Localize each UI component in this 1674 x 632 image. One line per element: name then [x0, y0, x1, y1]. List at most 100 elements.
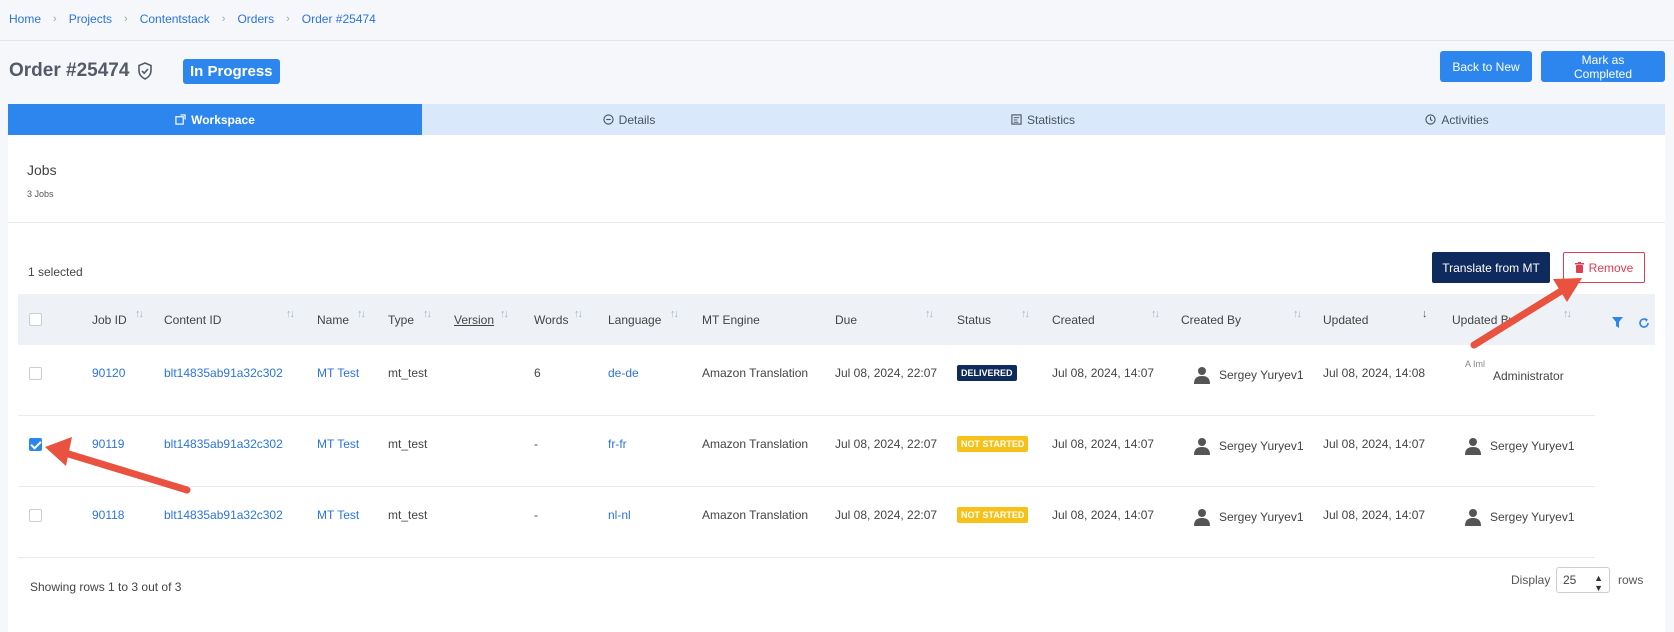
- content-id-link[interactable]: blt14835ab91a32c302: [164, 437, 283, 451]
- workspace-icon: [175, 114, 186, 125]
- col-type[interactable]: Type: [388, 294, 414, 345]
- sort-icon[interactable]: ↑↓: [1021, 308, 1030, 320]
- table-row[interactable]: 90119 blt14835ab91a32c302 MT Test mt_tes…: [18, 416, 1595, 487]
- sort-desc-icon[interactable]: ↓: [1422, 308, 1427, 320]
- tab-label: Activities: [1441, 112, 1489, 127]
- col-updated[interactable]: Updated: [1323, 294, 1368, 345]
- status-badge: In Progress: [183, 59, 280, 84]
- jobs-title: Jobs: [27, 162, 57, 178]
- sort-icon[interactable]: ↑↓: [925, 308, 934, 320]
- name-link[interactable]: MT Test: [317, 437, 359, 451]
- tab-label: Workspace: [191, 112, 255, 127]
- content-id-link[interactable]: blt14835ab91a32c302: [164, 508, 283, 522]
- job-id-link[interactable]: 90118: [92, 508, 124, 522]
- user-name: Sergey Yuryev1: [1490, 510, 1575, 524]
- sort-icon[interactable]: ↑↓: [1293, 308, 1302, 320]
- filter-icon[interactable]: [1612, 317, 1623, 328]
- job-id-link[interactable]: 90120: [92, 366, 125, 380]
- breadcrumb-order[interactable]: Order #25474: [302, 12, 376, 26]
- divider: [8, 222, 1665, 223]
- created-cell: Jul 08, 2024, 14:07: [1052, 508, 1155, 522]
- select-all-checkbox[interactable]: [29, 313, 42, 326]
- sort-icon[interactable]: ↑↓: [286, 308, 295, 320]
- jobs-table: Job ID ↑↓ Content ID ↑↓ Name ↑↓ Type ↑↓ …: [18, 294, 1655, 558]
- col-label: Due: [835, 312, 858, 327]
- row-checkbox[interactable]: [29, 509, 42, 522]
- job-id-link[interactable]: 90119: [92, 437, 124, 451]
- page-title: Order #25474: [9, 60, 153, 82]
- details-icon: [603, 114, 614, 125]
- updated-cell: Jul 08, 2024, 14:07: [1323, 437, 1426, 451]
- sort-icon[interactable]: ↑↓: [357, 308, 366, 320]
- breadcrumb-home[interactable]: Home: [9, 12, 41, 26]
- chevron-right-icon: ›: [53, 13, 57, 25]
- col-label: Language: [608, 312, 662, 327]
- col-job-id[interactable]: Job ID: [92, 294, 127, 345]
- language-link[interactable]: de-de: [608, 366, 639, 380]
- tab-label: Statistics: [1026, 112, 1075, 127]
- engine-cell: Amazon Translation: [702, 508, 809, 522]
- back-to-new-button[interactable]: Back to New: [1440, 51, 1532, 82]
- user-name: Sergey Yuryev1: [1219, 368, 1304, 382]
- jobs-count: 3 Jobs: [27, 189, 54, 199]
- sort-icon[interactable]: ↑↓: [1563, 308, 1572, 320]
- breadcrumb-projects[interactable]: Projects: [69, 12, 112, 26]
- chevron-right-icon: ›: [221, 13, 226, 25]
- row-checkbox-checked[interactable]: [29, 438, 42, 451]
- row-checkbox[interactable]: [29, 367, 42, 380]
- col-version[interactable]: Version: [454, 294, 494, 345]
- updated-cell: Jul 08, 2024, 14:08: [1323, 366, 1426, 380]
- rows-per-page-select[interactable]: 25 ▲ ▼: [1556, 567, 1610, 593]
- sort-icon[interactable]: ↑↓: [574, 308, 583, 320]
- col-language[interactable]: Language: [608, 294, 661, 345]
- sort-icon[interactable]: ↑↓: [500, 308, 509, 320]
- user-icon: [1194, 367, 1210, 384]
- sort-icon[interactable]: ↑↓: [670, 308, 679, 320]
- type-cell: mt_test: [388, 508, 428, 522]
- col-status[interactable]: Status: [957, 294, 991, 345]
- col-updated-by[interactable]: Updated By: [1452, 294, 1515, 345]
- broken-avatar-image: A Iml: [1465, 359, 1486, 369]
- due-cell: Jul 08, 2024, 22:07: [835, 508, 938, 522]
- tab-workspace[interactable]: Workspace: [8, 104, 422, 135]
- name-link[interactable]: MT Test: [317, 508, 359, 522]
- user-name: Sergey Yuryev1: [1219, 439, 1304, 453]
- tab-activities[interactable]: Activities: [1250, 104, 1664, 135]
- shield-check-icon: [138, 62, 153, 80]
- words-cell: -: [534, 437, 538, 451]
- due-cell: Jul 08, 2024, 22:07: [835, 366, 938, 380]
- col-created[interactable]: Created: [1052, 294, 1095, 345]
- language-link[interactable]: fr-fr: [608, 437, 627, 451]
- name-link[interactable]: MT Test: [317, 366, 359, 380]
- table-row[interactable]: 90118 blt14835ab91a32c302 MT Test mt_tes…: [18, 487, 1595, 558]
- sort-icon[interactable]: ↑↓: [423, 308, 432, 320]
- refresh-icon[interactable]: [1638, 317, 1650, 329]
- mark-completed-button[interactable]: Mark as Completed: [1541, 51, 1665, 82]
- remove-button[interactable]: Remove: [1563, 252, 1645, 283]
- words-cell: -: [534, 508, 538, 522]
- rows-per-page-value: 25: [1563, 573, 1577, 587]
- user-icon: [1194, 438, 1210, 455]
- statistics-icon: [1011, 114, 1022, 125]
- col-content-id[interactable]: Content ID: [164, 294, 221, 345]
- col-label: Job ID: [92, 312, 127, 327]
- breadcrumb-orders[interactable]: Orders: [237, 12, 274, 26]
- sort-icon[interactable]: ↑↓: [135, 308, 144, 320]
- engine-cell: Amazon Translation: [702, 437, 809, 451]
- translate-from-mt-button[interactable]: Translate from MT: [1432, 252, 1550, 283]
- header-divider: [0, 40, 1674, 41]
- col-label: Type: [388, 312, 415, 327]
- col-name[interactable]: Name: [317, 294, 349, 345]
- breadcrumb-contentstack[interactable]: Contentstack: [140, 12, 210, 26]
- sort-icon[interactable]: ↑↓: [1151, 308, 1160, 320]
- tab-statistics[interactable]: Statistics: [836, 104, 1250, 135]
- col-mt-engine[interactable]: MT Engine: [702, 294, 760, 345]
- col-created-by[interactable]: Created By: [1181, 294, 1241, 345]
- engine-cell: Amazon Translation: [702, 366, 809, 380]
- col-due[interactable]: Due: [835, 294, 857, 345]
- table-row[interactable]: 90120 blt14835ab91a32c302 MT Test mt_tes…: [18, 345, 1595, 416]
- language-link[interactable]: nl-nl: [608, 508, 631, 522]
- tab-details[interactable]: Details: [422, 104, 836, 135]
- content-id-link[interactable]: blt14835ab91a32c302: [164, 366, 283, 380]
- col-words[interactable]: Words: [534, 294, 568, 345]
